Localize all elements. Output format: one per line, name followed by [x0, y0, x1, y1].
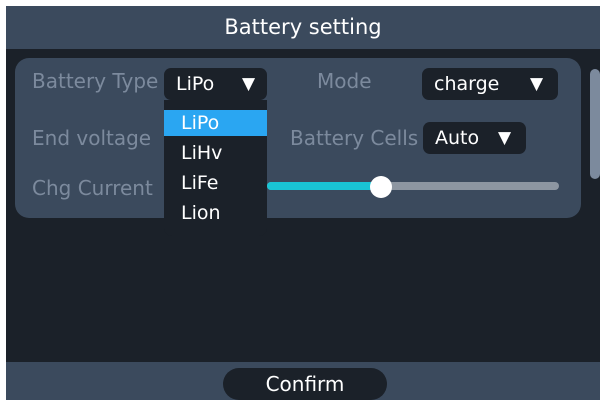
- mode-value: charge: [434, 73, 500, 95]
- battery-cells-label: Battery Cells: [290, 126, 419, 150]
- chg-current-slider-knob[interactable]: [369, 176, 392, 198]
- chevron-down-icon: ▼: [530, 74, 544, 94]
- end-voltage-label: End voltage: [32, 126, 152, 150]
- battery-cells-value: Auto: [435, 127, 480, 149]
- scrollbar[interactable]: [590, 69, 600, 179]
- battery-type-label: Battery Type: [32, 69, 159, 93]
- menu-item-lihv[interactable]: LiHv: [164, 140, 267, 166]
- mode-label: Mode: [317, 69, 372, 93]
- battery-type-dropdown[interactable]: LiPo ▼: [164, 68, 267, 100]
- battery-type-menu: LiPo LiHv LiFe Lion: [164, 100, 267, 236]
- menu-item-lipo[interactable]: LiPo: [164, 110, 267, 136]
- menu-item-lion[interactable]: Lion: [164, 200, 267, 226]
- battery-type-value: LiPo: [176, 73, 215, 95]
- menu-item-life[interactable]: LiFe: [164, 170, 267, 196]
- battery-cells-dropdown[interactable]: Auto ▼: [423, 122, 526, 154]
- chg-current-slider-fill: [267, 182, 381, 190]
- chevron-down-icon: ▼: [242, 74, 256, 94]
- mode-dropdown[interactable]: charge ▼: [422, 68, 558, 100]
- confirm-button[interactable]: Confirm: [223, 368, 387, 400]
- chg-current-label: Chg Current: [32, 176, 153, 200]
- chg-current-slider-track[interactable]: [267, 182, 559, 190]
- title-bar: Battery setting: [6, 6, 600, 49]
- chevron-down-icon: ▼: [498, 128, 512, 148]
- battery-setting-screen: Battery setting Battery Type LiPo ▼ Mode…: [6, 6, 600, 400]
- page-title: Battery setting: [224, 15, 382, 39]
